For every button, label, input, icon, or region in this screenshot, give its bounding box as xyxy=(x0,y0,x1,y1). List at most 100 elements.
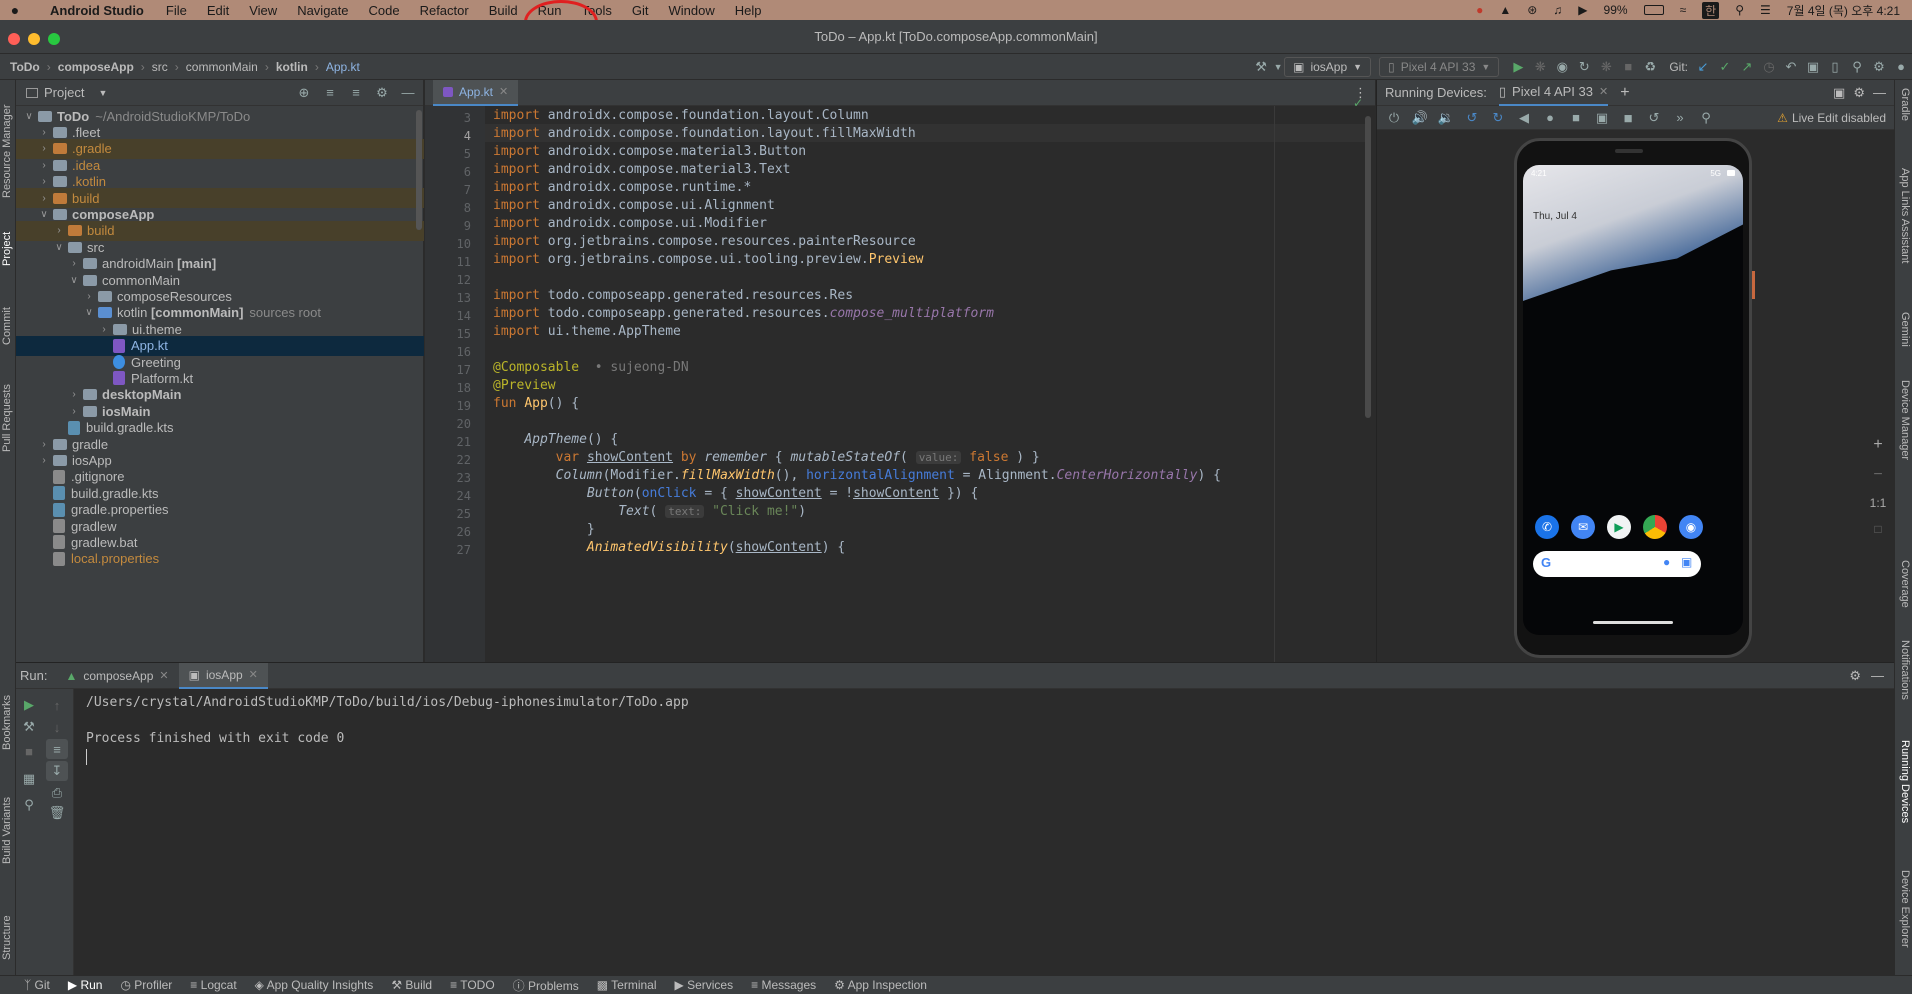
menu-build[interactable]: Build xyxy=(479,3,528,18)
media-icon[interactable]: ▶ xyxy=(1578,3,1587,17)
zoom-out-icon[interactable]: − xyxy=(1873,466,1882,484)
hide-panel-icon[interactable]: — xyxy=(397,83,419,103)
gesture-bar[interactable] xyxy=(1593,621,1673,624)
rotate-left-icon[interactable]: ↺ xyxy=(1461,108,1483,128)
settings-gear-icon[interactable]: ⚙ xyxy=(1868,57,1890,77)
back-icon[interactable]: ◀ xyxy=(1513,108,1535,128)
screenshot-icon[interactable]: ▣ xyxy=(1591,108,1613,128)
search-icon[interactable]: ⚲ xyxy=(1846,57,1868,77)
chevron-down-icon[interactable]: ∨ xyxy=(37,209,51,220)
rotate-right-icon[interactable]: ↻ xyxy=(1487,108,1509,128)
bluetooth-icon[interactable]: ⊛ xyxy=(1527,3,1537,17)
bookmarks-tab[interactable]: Bookmarks xyxy=(1,695,13,750)
git-commit-icon[interactable]: ✓ xyxy=(1714,57,1736,77)
pull-requests-tab[interactable]: Pull Requests xyxy=(1,384,13,452)
toolwindow-app-quality-insights[interactable]: ◈ App Quality Insights xyxy=(255,978,374,992)
toolwindow-todo[interactable]: ≡ TODO xyxy=(450,978,495,992)
zoom-fit-icon[interactable]: □ xyxy=(1874,522,1881,536)
profile-icon[interactable]: ↻ xyxy=(1573,57,1595,77)
device-screen[interactable]: 4:21 5G Thu, Jul 4 ✆ ✉ ▶ ◉ G ● ▣ xyxy=(1523,165,1743,635)
add-device-icon[interactable]: + xyxy=(1620,84,1629,102)
resource-manager-tab[interactable]: Resource Manager xyxy=(1,104,13,198)
run-tab-composeapp[interactable]: ▲ composeApp ✕ xyxy=(55,663,178,689)
project-view-title[interactable]: Project xyxy=(44,85,84,100)
mirror-icon[interactable]: ⚲ xyxy=(1695,108,1717,128)
chevron-right-icon[interactable]: › xyxy=(37,439,51,450)
chevron-right-icon[interactable]: › xyxy=(37,176,51,187)
chevron-right-icon[interactable]: › xyxy=(37,143,51,154)
more-icon[interactable]: » xyxy=(1669,108,1691,128)
sync-gradle-icon[interactable]: ♻ xyxy=(1639,57,1661,77)
scroll-up-icon[interactable]: ↑ xyxy=(46,695,68,715)
clock[interactable]: 7월 4일 (목) 오후 4:21 xyxy=(1787,2,1900,19)
chevron-down-icon[interactable]: ▼ xyxy=(1272,57,1284,77)
close-icon[interactable]: ✕ xyxy=(159,669,168,682)
run-tab-iosapp[interactable]: ▣ iosApp ✕ xyxy=(178,662,268,689)
device-explorer-tab[interactable]: Device Explorer xyxy=(1899,870,1911,948)
breadcrumb-todo[interactable]: ToDo xyxy=(6,60,44,74)
debug-icon[interactable]: ❋ xyxy=(1529,57,1551,77)
toolwindow-messages[interactable]: ≡ Messages xyxy=(751,978,816,992)
app-messages-icon[interactable]: ✉ xyxy=(1571,515,1595,539)
collapse-all-icon[interactable]: ≡ xyxy=(345,83,367,103)
stop-icon[interactable]: ■ xyxy=(18,741,40,761)
live-edit-status[interactable]: ⚠ Live Edit disabled xyxy=(1777,111,1894,125)
toolwindow-problems[interactable]: ⓘ Problems xyxy=(513,977,579,994)
chevron-down-icon[interactable]: ∨ xyxy=(82,307,96,318)
chevron-right-icon[interactable]: › xyxy=(37,160,51,171)
toolwindow-build[interactable]: ⚒ Build xyxy=(391,978,432,992)
rerun-icon[interactable]: ▶ xyxy=(18,695,40,715)
console-caret[interactable] xyxy=(86,749,87,765)
menu-git[interactable]: Git xyxy=(622,3,659,18)
rollback-icon[interactable]: ↶ xyxy=(1780,57,1802,77)
stop-icon[interactable]: ■ xyxy=(1617,57,1639,77)
tab-pixel-4-api-33[interactable]: ▯ Pixel 4 API 33 ✕ xyxy=(1498,80,1609,106)
expand-all-icon[interactable]: ≡ xyxy=(319,83,341,103)
git-push-icon[interactable]: ↗ xyxy=(1736,57,1758,77)
close-icon[interactable]: ✕ xyxy=(249,668,258,681)
toolwindow-profiler[interactable]: ◷ Profiler xyxy=(120,978,172,992)
toolwindow-terminal[interactable]: ▩ Terminal xyxy=(597,978,657,992)
zoom-in-icon[interactable]: + xyxy=(1873,436,1882,454)
app-chrome-icon[interactable] xyxy=(1643,515,1667,539)
scroll-down-icon[interactable]: ↓ xyxy=(46,717,68,737)
device-selector[interactable]: ▯ Pixel 4 API 33 ▼ xyxy=(1379,56,1500,77)
breadcrumb-composeapp[interactable]: composeApp xyxy=(54,60,138,74)
volume-icon[interactable]: ♫ xyxy=(1553,3,1562,17)
locate-file-icon[interactable]: ⊕ xyxy=(293,83,315,103)
chevron-down-icon[interactable]: ∨ xyxy=(67,275,81,286)
apple-icon[interactable]: ● xyxy=(0,2,30,18)
app-phone-icon[interactable]: ✆ xyxy=(1535,515,1559,539)
settings-gear-icon[interactable]: ⚙ xyxy=(1849,668,1861,684)
clear-console-icon[interactable]: 🗑 xyxy=(46,803,68,823)
snapshot-icon[interactable]: ↺ xyxy=(1643,108,1665,128)
close-icon[interactable]: ✕ xyxy=(1599,85,1608,98)
app-play-store-icon[interactable]: ▶ xyxy=(1607,515,1631,539)
settings-gear-icon[interactable]: ⚙ xyxy=(1853,85,1865,101)
build-hammer-icon[interactable]: ⚒ xyxy=(1250,57,1272,77)
chevron-right-icon[interactable]: › xyxy=(37,127,51,138)
drive-icon[interactable]: ▲ xyxy=(1499,3,1511,17)
print-icon[interactable]: ⎙ xyxy=(46,783,68,803)
toolwindow-logcat[interactable]: ≡ Logcat xyxy=(190,978,236,992)
menu-refactor[interactable]: Refactor xyxy=(410,3,479,18)
wifi-icon[interactable]: ≈ xyxy=(1680,3,1687,17)
toolwindow-git[interactable]: ᛉ Git xyxy=(24,978,50,992)
toolwindow-run[interactable]: ▶ Run xyxy=(68,978,103,992)
menu-edit[interactable]: Edit xyxy=(197,3,239,18)
app-links-assistant-tab[interactable]: App Links Assistant xyxy=(1899,168,1911,263)
breadcrumb-app-kt[interactable]: App.kt xyxy=(322,60,364,74)
close-icon[interactable]: ✕ xyxy=(499,85,508,98)
layout-icon[interactable]: ▦ xyxy=(18,769,40,789)
app-name-menu[interactable]: Android Studio xyxy=(30,3,156,18)
chevron-right-icon[interactable]: › xyxy=(67,389,81,400)
power-icon[interactable]: ⏻ xyxy=(1383,108,1405,128)
git-update-icon[interactable]: ↙ xyxy=(1692,57,1714,77)
coverage-tab[interactable]: Coverage xyxy=(1899,560,1911,608)
chevron-right-icon[interactable]: › xyxy=(37,455,51,466)
volume-up-icon[interactable]: 🔊 xyxy=(1409,108,1431,128)
gemini-tab[interactable]: Gemini xyxy=(1899,312,1911,347)
volume-down-icon[interactable]: 🔉 xyxy=(1435,108,1457,128)
spotlight-search-icon[interactable]: ⚲ xyxy=(1735,3,1744,17)
chevron-right-icon[interactable]: › xyxy=(52,225,66,236)
